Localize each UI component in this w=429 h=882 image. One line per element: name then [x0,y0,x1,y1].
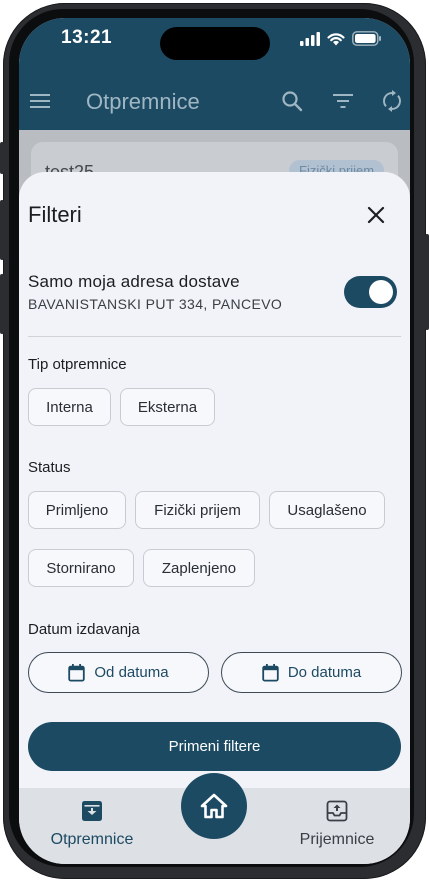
apply-filters-button[interactable]: Primeni filtere [28,722,401,771]
outbox-icon [82,801,102,821]
app-header: 13:21 Otpremnice [19,18,410,130]
filter-sheet: Filteri Samo moja adresa dostave BAVANIS… [19,172,410,812]
chip-primljeno[interactable]: Primljeno [28,491,126,529]
home-button[interactable] [181,773,247,839]
calendar-icon [262,663,279,681]
status-section-label: Status [28,459,71,476]
to-date-button[interactable]: Do datuma [221,652,402,693]
wifi-icon [327,33,345,46]
home-icon [200,793,228,819]
cellular-signal-icon [300,31,320,46]
inbox-icon [326,800,348,822]
chip-fizicki-prijem[interactable]: Fizički prijem [135,491,260,529]
screen: 13:21 Otpremnice Fizički prijem Filteri … [19,18,410,864]
filter-icon[interactable] [332,90,354,112]
close-icon[interactable] [364,203,388,227]
status-time: 13:21 [61,27,113,48]
from-date-label: Od datuma [94,664,169,681]
nav-item-otpremnice[interactable]: Otpremnice [32,800,152,849]
chip-usaglaseno[interactable]: Usaglašeno [269,491,385,529]
chip-eksterna[interactable]: Eksterna [120,388,215,426]
toolbar: Otpremnice [19,80,410,124]
date-section-label: Datum izdavanja [28,621,140,638]
menu-icon[interactable] [29,90,51,112]
calendar-icon [68,663,86,681]
nav-label: Prijemnice [299,831,375,848]
power-button [425,234,429,330]
dynamic-island [160,27,270,60]
volume-up-button [0,200,4,260]
chip-interna[interactable]: Interna [28,388,111,426]
chip-zaplenjeno[interactable]: Zaplenjeno [143,549,255,587]
divider [28,336,401,337]
my-address-toggle[interactable] [344,276,397,308]
to-date-label: Do datuma [287,664,362,681]
chip-stornirano[interactable]: Stornirano [28,549,134,587]
search-icon[interactable] [281,90,303,112]
type-section-label: Tip otpremnice [28,356,127,373]
battery-icon [352,31,381,46]
sheet-title: Filteri [28,202,82,227]
my-address-label: Samo moja adresa dostave [28,272,240,291]
toggle-knob [369,280,393,304]
sync-icon[interactable] [381,90,403,112]
my-address-value: BAVANISTANSKI PUT 334, PANCEVO [28,296,283,312]
status-icons [300,31,382,46]
nav-label: Otpremnice [50,831,134,848]
nav-item-prijemnice[interactable]: Prijemnice [277,800,397,849]
action-button [0,142,4,174]
volume-down-button [0,274,4,334]
page-title: Otpremnice [86,89,200,114]
from-date-button[interactable]: Od datuma [28,652,209,693]
